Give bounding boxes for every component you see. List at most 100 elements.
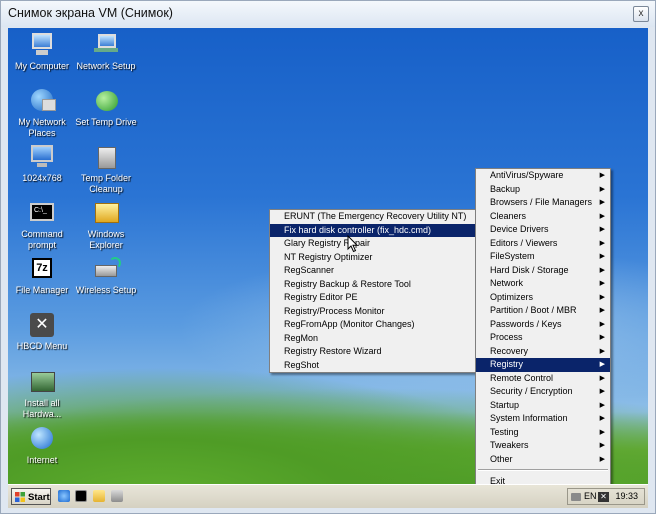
menu-item-label: Editors / Viewers	[490, 237, 558, 248]
menu-item-process[interactable]: Process ▶	[476, 331, 610, 345]
submenu-arrow-icon: ▶	[599, 226, 605, 233]
submenu-item-regmon[interactable]: RegMon	[270, 332, 475, 346]
registry-submenu: ERUNT (The Emergency Recovery Utility NT…	[269, 209, 476, 373]
host-window-title: Снимок экрана VM (Снимок)	[8, 6, 173, 20]
host-title-bar[interactable]: Снимок экрана VM (Снимок) x	[1, 1, 655, 27]
menu-item-tweakers[interactable]: Tweakers ▶	[476, 439, 610, 453]
desktop-icon-network-setup[interactable]: Network Setup	[70, 31, 142, 72]
menu-item-optimizers[interactable]: Optimizers ▶	[476, 291, 610, 305]
menu-item-passwords-keys[interactable]: Passwords / Keys ▶	[476, 318, 610, 332]
submenu-arrow-icon: ▶	[599, 388, 605, 395]
menu-item-label: Optimizers	[490, 291, 534, 302]
desktop-icon-label: Set Temp Drive	[75, 117, 137, 127]
desktop-icon-internet[interactable]: Internet	[8, 425, 78, 466]
cleanup-icon	[92, 143, 120, 171]
desktop-icon-command-prompt[interactable]: C:\_ Command prompt	[8, 199, 78, 251]
desktop-icon-temp-drive[interactable]: Set Temp Drive	[70, 87, 142, 128]
submenu-arrow-icon: ▶	[599, 374, 605, 382]
menu-item-label: Other	[490, 453, 513, 464]
start-button[interactable]: Start	[11, 488, 51, 505]
submenu-item-regfromapp-monitor-changes[interactable]: RegFromApp (Monitor Changes)	[270, 318, 475, 332]
menu-item-remote-control[interactable]: Remote Control ▶	[476, 372, 610, 386]
menu-item-recovery[interactable]: Recovery ▶	[476, 345, 610, 359]
folder-icon[interactable]	[93, 490, 105, 502]
menu-item-backup[interactable]: Backup ▶	[476, 183, 610, 197]
desktop-icon-label: Internet	[26, 455, 58, 465]
submenu-item-registry-backup-restore-tool[interactable]: Registry Backup & Restore Tool	[270, 278, 475, 292]
clock: 19:33	[615, 491, 638, 501]
menu-item-label: System Information	[490, 413, 568, 423]
desktop-icon-file-manager[interactable]: 7z File Manager	[8, 255, 78, 296]
menu-item-label: FileSystem	[490, 251, 535, 261]
submenu-arrow-icon: ▶	[599, 266, 605, 274]
submenu-arrow-icon: ▶	[599, 428, 605, 436]
menu-item-label: Process	[490, 332, 523, 342]
desktop-icon-cleanup[interactable]: Temp Folder Cleanup	[70, 143, 142, 195]
desktop-icon-label: 1024x768	[22, 173, 62, 183]
submenu-item-registry-editor-pe[interactable]: Registry Editor PE	[270, 291, 475, 305]
menu-item-label: Device Drivers	[490, 224, 549, 234]
submenu-arrow-icon: ▶	[599, 280, 605, 287]
menu-item-network[interactable]: Network ▶	[476, 277, 610, 291]
menu-item-hard-disk-storage[interactable]: Hard Disk / Storage ▶	[476, 264, 610, 278]
menu-item-antivirus-spyware[interactable]: AntiVirus/Spyware ▶	[476, 169, 610, 183]
console-icon[interactable]	[75, 490, 87, 502]
menu-item-cleaners[interactable]: Cleaners ▶	[476, 210, 610, 224]
submenu-item-nt-registry-optimizer[interactable]: NT Registry Optimizer	[270, 251, 475, 265]
network-tray-icon[interactable]	[571, 493, 581, 501]
submenu-arrow-icon: ▶	[599, 347, 605, 355]
desktop-icon-computer[interactable]: My Computer	[8, 31, 78, 72]
menu-item-testing[interactable]: Testing ▶	[476, 426, 610, 440]
menu-item-filesystem[interactable]: FileSystem ▶	[476, 250, 610, 264]
desktop-icon-install-hardware[interactable]: Install all Hardwa...	[8, 368, 78, 420]
submenu-arrow-icon: ▶	[599, 415, 605, 422]
desktop-icon-label: Wireless Setup	[75, 285, 137, 295]
language-indicator[interactable]: EN	[584, 489, 597, 504]
submenu-arrow-icon: ▶	[599, 239, 605, 247]
menu-item-security-encryption[interactable]: Security / Encryption ▶	[476, 385, 610, 399]
desktop-icon[interactable]	[111, 490, 123, 502]
submenu-arrow-icon: ▶	[599, 455, 605, 463]
menu-item-device-drivers[interactable]: Device Drivers ▶	[476, 223, 610, 237]
desktop-icon-label: My Computer	[14, 61, 69, 71]
submenu-arrow-icon: ▶	[599, 185, 605, 193]
desktop-icon-explorer[interactable]: Windows Explorer	[70, 199, 142, 251]
windows-flag-icon	[15, 492, 25, 502]
submenu-item-glary-registry-repair[interactable]: Glary Registry Repair	[270, 237, 475, 251]
submenu-item-registry-process-monitor[interactable]: Registry/Process Monitor	[270, 305, 475, 319]
submenu-item-regscanner[interactable]: RegScanner	[270, 264, 475, 278]
submenu-item-erunt-the-emergency-recovery-utility-nt[interactable]: ERUNT (The Emergency Recovery Utility NT…	[270, 210, 475, 224]
ie-icon[interactable]	[58, 490, 70, 502]
submenu-arrow-icon: ▶	[599, 172, 605, 179]
command-prompt-icon: C:\_	[28, 199, 56, 227]
submenu-arrow-icon: ▶	[599, 293, 605, 301]
submenu-item-fix-hard-disk-controller-fix-hdc-cmd[interactable]: Fix hard disk controller (fix_hdc.cmd)	[270, 223, 475, 237]
wireless-icon	[92, 255, 121, 283]
menu-item-label: Remote Control	[490, 372, 554, 383]
desktop-icon-label: Network Setup	[76, 61, 136, 71]
submenu-item-regshot[interactable]: RegShot	[270, 359, 475, 373]
menu-item-registry[interactable]: Registry ▶	[476, 358, 610, 372]
menu-item-system-information[interactable]: System Information ▶	[476, 412, 610, 426]
menu-item-label: Testing	[490, 426, 519, 437]
x-tray-icon[interactable]: ✕	[598, 492, 609, 502]
desktop-icon-label: HBCD Menu	[16, 341, 68, 351]
menu-item-editors-viewers[interactable]: Editors / Viewers ▶	[476, 237, 610, 251]
desktop-icon-monitor[interactable]: 1024x768	[8, 143, 78, 184]
desktop-icon-tools[interactable]: ✕ HBCD Menu	[8, 311, 78, 352]
desktop-icon-label: Install all Hardwa...	[22, 398, 62, 419]
hbcd-main-menu: AntiVirus/Spyware ▶ Backup ▶ Browsers / File…	[475, 168, 611, 490]
desktop-icon-wireless[interactable]: Wireless Setup	[70, 255, 142, 296]
menu-item-startup[interactable]: Startup ▶	[476, 399, 610, 413]
menu-item-partition-boot-mbr[interactable]: Partition / Boot / MBR ▶	[476, 304, 610, 318]
submenu-arrow-icon: ▶	[599, 334, 605, 341]
host-window: Снимок экрана VM (Снимок) x My Computer N…	[0, 0, 656, 514]
menu-item-browsers-file-managers[interactable]: Browsers / File Managers ▶	[476, 196, 610, 210]
menu-item-other[interactable]: Other ▶	[476, 453, 610, 467]
close-button[interactable]: x	[633, 6, 649, 22]
menu-item-label: Startup	[490, 399, 520, 410]
menu-item-label: Passwords / Keys	[490, 318, 562, 329]
submenu-item-registry-restore-wizard[interactable]: Registry Restore Wizard	[270, 345, 475, 359]
desktop-icon-network-places[interactable]: My Network Places	[8, 87, 78, 139]
temp-drive-icon	[92, 87, 120, 115]
